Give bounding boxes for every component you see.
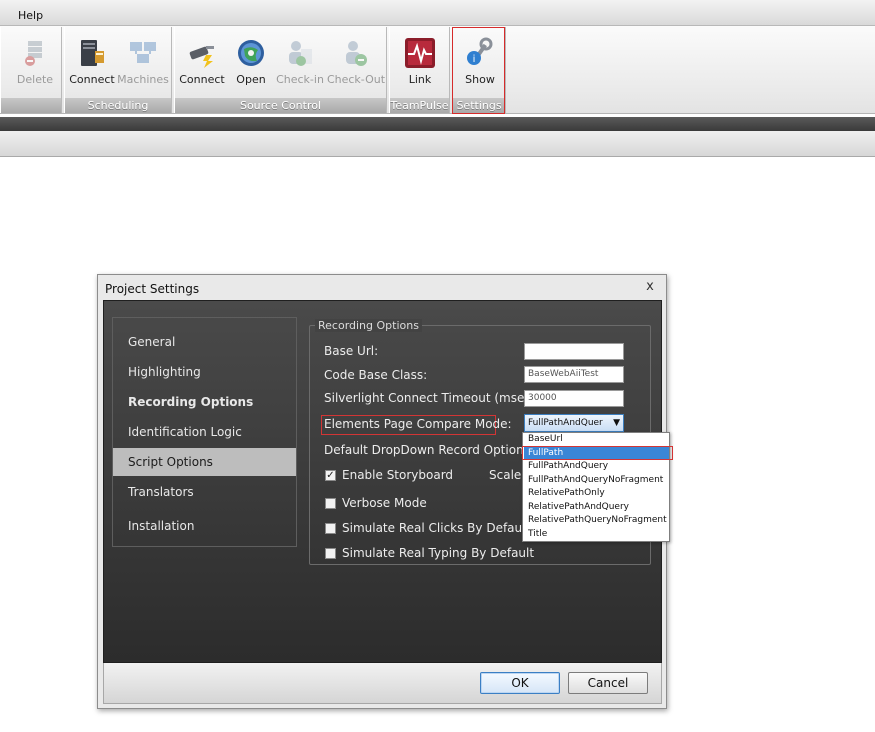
close-icon[interactable]: x xyxy=(642,279,658,295)
nav-item-highlighting[interactable]: Highlighting xyxy=(113,358,296,386)
machines-button[interactable]: Machines xyxy=(117,27,169,97)
base-url-input[interactable] xyxy=(524,343,624,360)
option-relativepathandquery[interactable]: RelativePathAndQuery xyxy=(524,501,669,514)
dialog-footer: OK Cancel xyxy=(103,663,662,704)
simulate-typing-checkbox[interactable] xyxy=(325,548,336,559)
dialog-title: Project Settings xyxy=(105,282,200,296)
base-url-label: Base Url: xyxy=(324,344,379,358)
nav-item-recording-options[interactable]: Recording Options xyxy=(113,388,296,416)
ribbon-group-label: Scheduling xyxy=(65,98,171,113)
verbose-mode-checkbox[interactable] xyxy=(325,498,336,509)
ribbon-group-label xyxy=(1,98,61,113)
menu-bar: Help xyxy=(0,0,875,26)
dropdown-record-label: Default DropDown Record Option: xyxy=(324,443,528,457)
option-fullpathandquerynofragment[interactable]: FullPathAndQueryNoFragment xyxy=(524,474,669,487)
option-baseurl[interactable]: BaseUrl xyxy=(524,433,669,446)
nav-item-installation[interactable]: Installation xyxy=(113,512,296,540)
chevron-down-icon: ▼ xyxy=(613,418,620,428)
check-in-icon xyxy=(284,37,316,69)
ribbon: Delete Connect Machines Scheduling Conne… xyxy=(0,26,875,114)
delete-icon xyxy=(19,37,51,69)
menu-help[interactable]: Help xyxy=(18,9,43,22)
ok-button[interactable]: OK xyxy=(480,672,560,694)
link-label: Link xyxy=(408,73,432,86)
ribbon-group-source-control: Connect Open Check-in Check-Out Source C… xyxy=(174,27,387,113)
globe-open-icon xyxy=(235,37,267,69)
pulse-link-icon xyxy=(404,37,436,69)
ribbon-group-delete: Delete xyxy=(0,27,62,113)
check-in-button[interactable]: Check-in xyxy=(274,27,326,97)
option-fullpathandquery[interactable]: FullPathAndQuery xyxy=(524,460,669,473)
ribbon-group-teampulse: Link TeamPulse xyxy=(389,27,450,113)
check-out-icon xyxy=(340,37,372,69)
code-base-class-input[interactable]: BaseWebAiiTest xyxy=(524,366,624,383)
settings-nav: General Highlighting Recording Options I… xyxy=(112,317,297,547)
scheduling-connect-button[interactable]: Connect xyxy=(66,27,118,97)
machines-icon xyxy=(127,37,159,69)
nav-item-general[interactable]: General xyxy=(113,328,296,356)
option-highlight-box xyxy=(522,446,673,460)
check-in-label: Check-in xyxy=(276,73,324,86)
simulate-clicks-checkbox[interactable] xyxy=(325,523,336,534)
simulate-clicks-label: Simulate Real Clicks By Default xyxy=(342,521,531,535)
verbose-mode-label: Verbose Mode xyxy=(342,496,427,510)
silverlight-timeout-label: Silverlight Connect Timeout (msec): xyxy=(324,391,540,405)
silverlight-timeout-input[interactable]: 30000 xyxy=(524,390,624,407)
compare-mode-label: Elements Page Compare Mode: xyxy=(324,417,512,431)
compare-mode-select[interactable]: FullPathAndQuer ▼ xyxy=(524,414,624,432)
ribbon-group-label: Source Control xyxy=(175,98,386,113)
open-button[interactable]: Open xyxy=(225,27,277,97)
cancel-button[interactable]: Cancel xyxy=(568,672,648,694)
toolbar-strip xyxy=(0,131,875,157)
delete-button[interactable]: Delete xyxy=(9,27,61,97)
settings-highlight-box xyxy=(452,27,505,114)
nav-item-identification-logic[interactable]: Identification Logic xyxy=(113,418,296,446)
server-connect-icon xyxy=(76,37,108,69)
check-out-button[interactable]: Check-Out xyxy=(327,27,385,97)
ribbon-group-scheduling: Connect Machines Scheduling xyxy=(64,27,172,113)
enable-storyboard-label: Enable Storyboard xyxy=(342,468,454,482)
code-base-class-label: Code Base Class: xyxy=(324,368,428,382)
simulate-typing-label: Simulate Real Typing By Default xyxy=(342,546,535,560)
scale-label: Scale: xyxy=(489,468,526,482)
source-connect-button[interactable]: Connect xyxy=(176,27,228,97)
link-button[interactable]: Link xyxy=(394,27,446,97)
option-relativepathonly[interactable]: RelativePathOnly xyxy=(524,487,669,500)
machines-label: Machines xyxy=(117,73,169,86)
nav-item-script-options[interactable]: Script Options xyxy=(113,448,296,476)
compare-mode-value: FullPathAndQuer xyxy=(528,418,603,428)
dark-separator-bar xyxy=(0,117,875,131)
option-relativepathquerynofragment[interactable]: RelativePathQueryNoFragment xyxy=(524,514,669,527)
option-title[interactable]: Title xyxy=(524,528,669,541)
delete-label: Delete xyxy=(16,73,54,86)
plug-connect-icon xyxy=(186,37,218,69)
nav-item-translators[interactable]: Translators xyxy=(113,478,296,506)
group-title: Recording Options xyxy=(315,319,422,332)
check-out-label: Check-Out xyxy=(326,73,386,86)
enable-storyboard-checkbox[interactable]: ✓ xyxy=(325,470,336,481)
ribbon-group-label: TeamPulse xyxy=(390,98,449,113)
